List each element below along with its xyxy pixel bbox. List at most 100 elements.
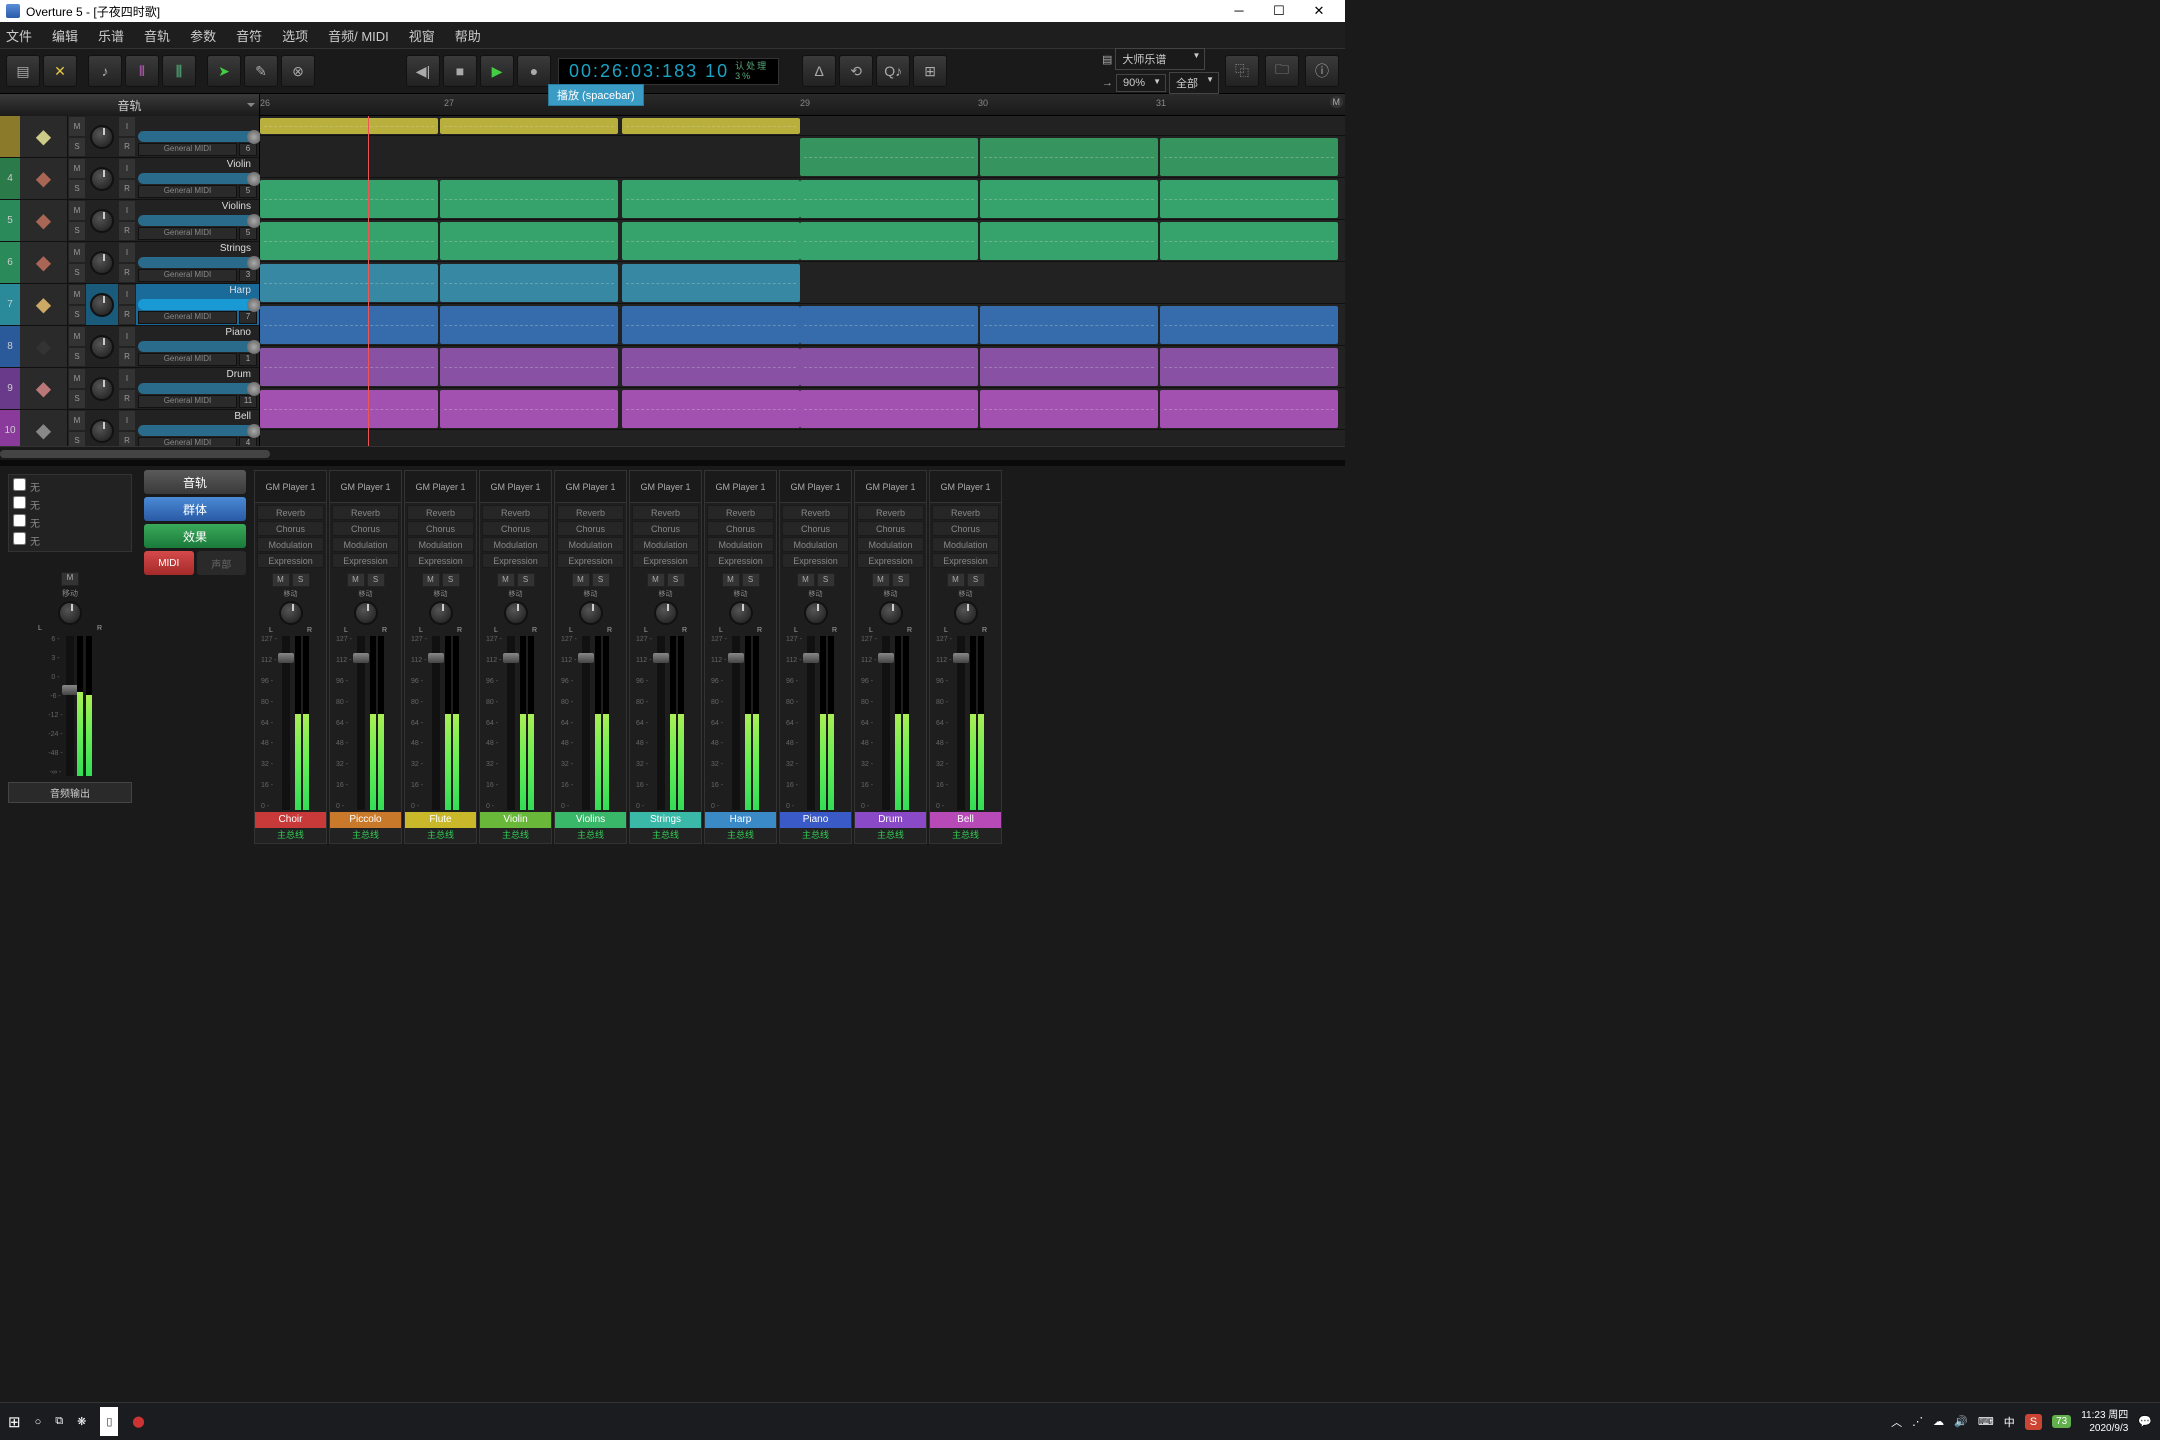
solo-button[interactable]: S xyxy=(367,573,385,587)
library-button[interactable]: 🗀 xyxy=(1265,55,1299,87)
param-slot[interactable]: Expression xyxy=(257,553,324,568)
mute-button[interactable]: M xyxy=(572,573,590,587)
tray-battery[interactable]: 73 xyxy=(2052,1415,2071,1428)
param-slot[interactable]: Chorus xyxy=(857,521,924,536)
bus-select[interactable]: 主总线 xyxy=(630,828,701,843)
mute-button[interactable]: M xyxy=(497,573,515,587)
param-slot[interactable]: Modulation xyxy=(632,537,699,552)
param-slot[interactable]: Chorus xyxy=(482,521,549,536)
param-slot[interactable]: Modulation xyxy=(707,537,774,552)
audio-clip[interactable] xyxy=(980,348,1158,386)
track-row[interactable]: 5 ◆ MS IR Violins General MIDI5 xyxy=(0,200,259,242)
tray-wifi-icon[interactable]: ⋰ xyxy=(1912,1415,1923,1428)
audio-clip[interactable] xyxy=(440,306,618,344)
mute-button[interactable]: M xyxy=(68,326,86,347)
close-button[interactable]: ✕ xyxy=(1299,3,1339,19)
device-select[interactable]: General MIDI xyxy=(138,395,237,408)
param-slot[interactable]: Expression xyxy=(632,553,699,568)
audio-clip[interactable] xyxy=(622,264,800,302)
tray-up-icon[interactable]: ︿ xyxy=(1891,1414,1902,1430)
mute-button[interactable]: M xyxy=(647,573,665,587)
param-slot[interactable]: Reverb xyxy=(407,505,474,520)
pan-knob[interactable] xyxy=(90,209,114,233)
arrow-tool-button[interactable]: ➤ xyxy=(207,55,241,87)
solo-button[interactable]: S xyxy=(68,347,86,368)
rec-button[interactable]: R xyxy=(118,263,136,284)
audio-clip[interactable] xyxy=(440,348,618,386)
info-button[interactable]: ⓘ xyxy=(1305,55,1339,87)
audio-clip[interactable] xyxy=(980,180,1158,218)
tray-volume-icon[interactable]: 🔊 xyxy=(1954,1415,1968,1428)
audio-clip[interactable] xyxy=(1160,348,1338,386)
channel-select[interactable]: 5 xyxy=(239,227,257,240)
pan-knob[interactable] xyxy=(90,167,114,191)
device-select[interactable]: General MIDI xyxy=(138,143,237,156)
bus-select[interactable]: 主总线 xyxy=(255,828,326,843)
pan-knob[interactable] xyxy=(90,293,114,317)
clip-row[interactable] xyxy=(260,220,1345,262)
player-name[interactable]: GM Player 1 xyxy=(330,471,401,503)
mute-button[interactable]: M xyxy=(68,158,86,179)
volume-slider[interactable] xyxy=(138,383,257,395)
mixer-tool-button[interactable]: ⫼ xyxy=(162,55,196,87)
menu-param[interactable]: 参数 xyxy=(190,26,216,45)
volume-slider[interactable] xyxy=(138,173,257,185)
pan-knob[interactable] xyxy=(954,601,978,625)
start-button[interactable]: ⊞ xyxy=(8,1413,21,1431)
pan-knob[interactable] xyxy=(279,601,303,625)
volume-slider[interactable] xyxy=(138,131,257,143)
mute-button[interactable]: M xyxy=(797,573,815,587)
param-slot[interactable]: Expression xyxy=(482,553,549,568)
clip-row[interactable] xyxy=(260,262,1345,304)
param-slot[interactable]: Chorus xyxy=(332,521,399,536)
lock-button[interactable]: I xyxy=(118,368,136,389)
minimize-button[interactable]: ─ xyxy=(1219,3,1259,19)
tray-notifications-icon[interactable]: 💬 xyxy=(2138,1415,2152,1428)
param-slot[interactable]: Modulation xyxy=(557,537,624,552)
solo-button[interactable]: S xyxy=(68,137,86,158)
param-slot[interactable]: Chorus xyxy=(632,521,699,536)
strip-name[interactable]: Choir xyxy=(255,812,326,828)
track-row[interactable]: 6 ◆ MS IR Strings General MIDI3 xyxy=(0,242,259,284)
param-slot[interactable]: Chorus xyxy=(257,521,324,536)
pan-knob[interactable] xyxy=(579,601,603,625)
channel-select[interactable]: 7 xyxy=(239,311,257,324)
lock-button[interactable]: I xyxy=(118,116,136,137)
audio-clip[interactable] xyxy=(440,390,618,428)
volume-slider[interactable] xyxy=(138,215,257,227)
player-name[interactable]: GM Player 1 xyxy=(705,471,776,503)
lock-button[interactable]: I xyxy=(118,326,136,347)
audio-clip[interactable] xyxy=(1160,390,1338,428)
menu-track[interactable]: 音轨 xyxy=(144,26,170,45)
volume-fader[interactable] xyxy=(882,636,890,810)
bus-select[interactable]: 主总线 xyxy=(855,828,926,843)
rec-button[interactable]: R xyxy=(118,179,136,200)
pan-knob[interactable] xyxy=(504,601,528,625)
audio-clip[interactable] xyxy=(800,222,978,260)
param-slot[interactable]: Expression xyxy=(932,553,999,568)
audio-clip[interactable] xyxy=(800,138,978,176)
menu-file[interactable]: 文件 xyxy=(6,26,32,45)
bus-select[interactable]: 主总线 xyxy=(780,828,851,843)
param-slot[interactable]: Chorus xyxy=(932,521,999,536)
app-record-icon[interactable]: ⬤ xyxy=(132,1415,144,1428)
device-select[interactable]: General MIDI xyxy=(138,227,237,240)
menu-edit[interactable]: 编辑 xyxy=(52,26,78,45)
audio-clip[interactable] xyxy=(800,348,978,386)
maximize-button[interactable]: ☐ xyxy=(1259,3,1299,19)
pan-knob[interactable] xyxy=(429,601,453,625)
tray-clock[interactable]: 11:23 周四 2020/9/3 xyxy=(2081,1409,2128,1435)
audio-clip[interactable] xyxy=(622,306,800,344)
player-name[interactable]: GM Player 1 xyxy=(780,471,851,503)
app-explorer-icon[interactable]: ▯ xyxy=(100,1407,118,1436)
mute-button[interactable]: M xyxy=(722,573,740,587)
bus-select[interactable]: 主总线 xyxy=(705,828,776,843)
pan-knob[interactable] xyxy=(354,601,378,625)
clip-row[interactable] xyxy=(260,388,1345,430)
bus-select[interactable]: 主总线 xyxy=(555,828,626,843)
none-check-1[interactable] xyxy=(13,478,26,491)
mute-button[interactable]: M xyxy=(68,284,86,305)
param-slot[interactable]: Modulation xyxy=(932,537,999,552)
param-slot[interactable]: Reverb xyxy=(707,505,774,520)
mute-button[interactable]: M xyxy=(68,200,86,221)
